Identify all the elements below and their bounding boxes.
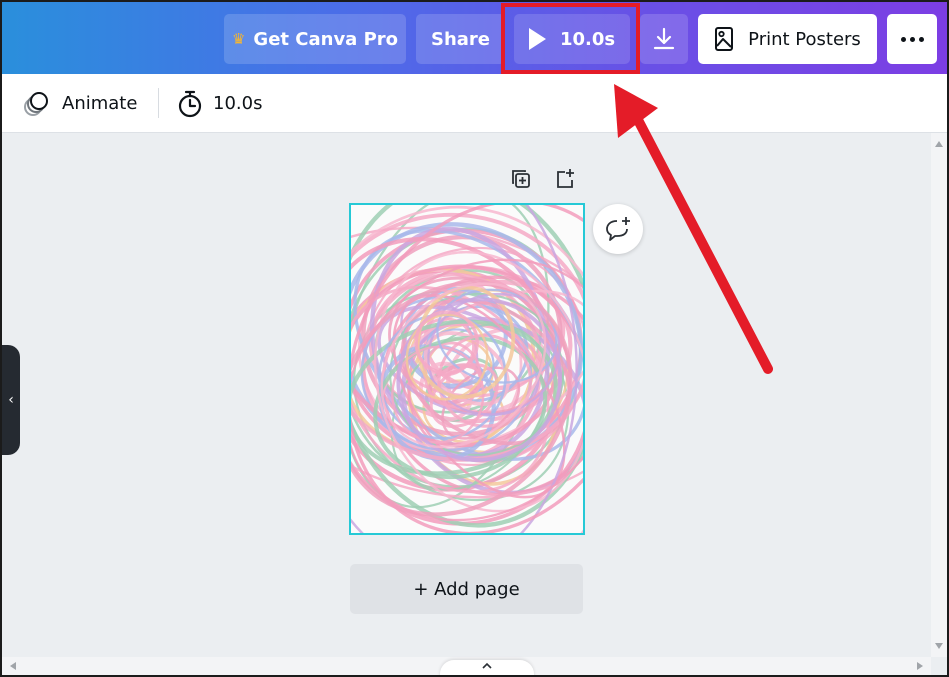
design-page[interactable]: [349, 203, 585, 535]
add-page-label: + Add page: [413, 578, 520, 600]
scroll-up-icon[interactable]: [935, 141, 943, 147]
timing-button[interactable]: 10.0s: [177, 74, 262, 133]
canva-editor-window: ♛ Get Canva Pro Share 10.0s Print Poster…: [0, 0, 949, 677]
toolbar-divider: [158, 88, 159, 118]
share-label: Share: [430, 28, 490, 50]
highlight-box-annotation: [501, 3, 640, 74]
yarn-tangle-artwork: [351, 205, 583, 533]
download-icon: [653, 27, 675, 50]
comment-add-icon: [606, 217, 630, 241]
scroll-down-icon[interactable]: [935, 643, 943, 649]
animate-button[interactable]: Animate: [22, 74, 137, 133]
editor-header: ♛ Get Canva Pro Share 10.0s Print Poster…: [2, 2, 947, 74]
get-canva-pro-button[interactable]: ♛ Get Canva Pro: [224, 14, 406, 64]
more-icon: [900, 36, 924, 42]
add-page-button[interactable]: + Add page: [350, 564, 583, 614]
editor-toolbar: Animate 10.0s: [2, 74, 947, 133]
duplicate-page-button[interactable]: [510, 168, 532, 194]
page-toolbar: [510, 168, 576, 194]
chevron-left-icon: ‹: [8, 392, 14, 408]
get-canva-pro-label: Get Canva Pro: [253, 28, 399, 50]
crown-icon: ♛: [231, 30, 246, 48]
vertical-scrollbar[interactable]: [931, 133, 947, 657]
animate-label: Animate: [62, 93, 138, 114]
more-options-button[interactable]: [887, 14, 937, 64]
share-button[interactable]: Share: [416, 14, 505, 64]
chevron-up-icon: [482, 662, 492, 669]
side-panel-toggle[interactable]: ‹: [2, 345, 20, 455]
add-page-icon: [557, 169, 574, 188]
pages-panel-toggle[interactable]: [440, 660, 534, 675]
add-comment-button[interactable]: [593, 204, 643, 254]
print-posters-button[interactable]: Print Posters: [698, 14, 877, 64]
timer-icon: [178, 90, 202, 117]
timer-value: 10.0s: [213, 93, 263, 114]
print-poster-icon: [715, 27, 734, 51]
duplicate-page-icon: [512, 170, 530, 188]
scroll-right-icon[interactable]: [917, 662, 923, 670]
print-posters-label: Print Posters: [748, 28, 861, 50]
animate-icon: [24, 91, 48, 116]
download-button[interactable]: [640, 14, 688, 64]
add-page-icon-button[interactable]: [554, 168, 576, 194]
scroll-left-icon[interactable]: [10, 662, 16, 670]
